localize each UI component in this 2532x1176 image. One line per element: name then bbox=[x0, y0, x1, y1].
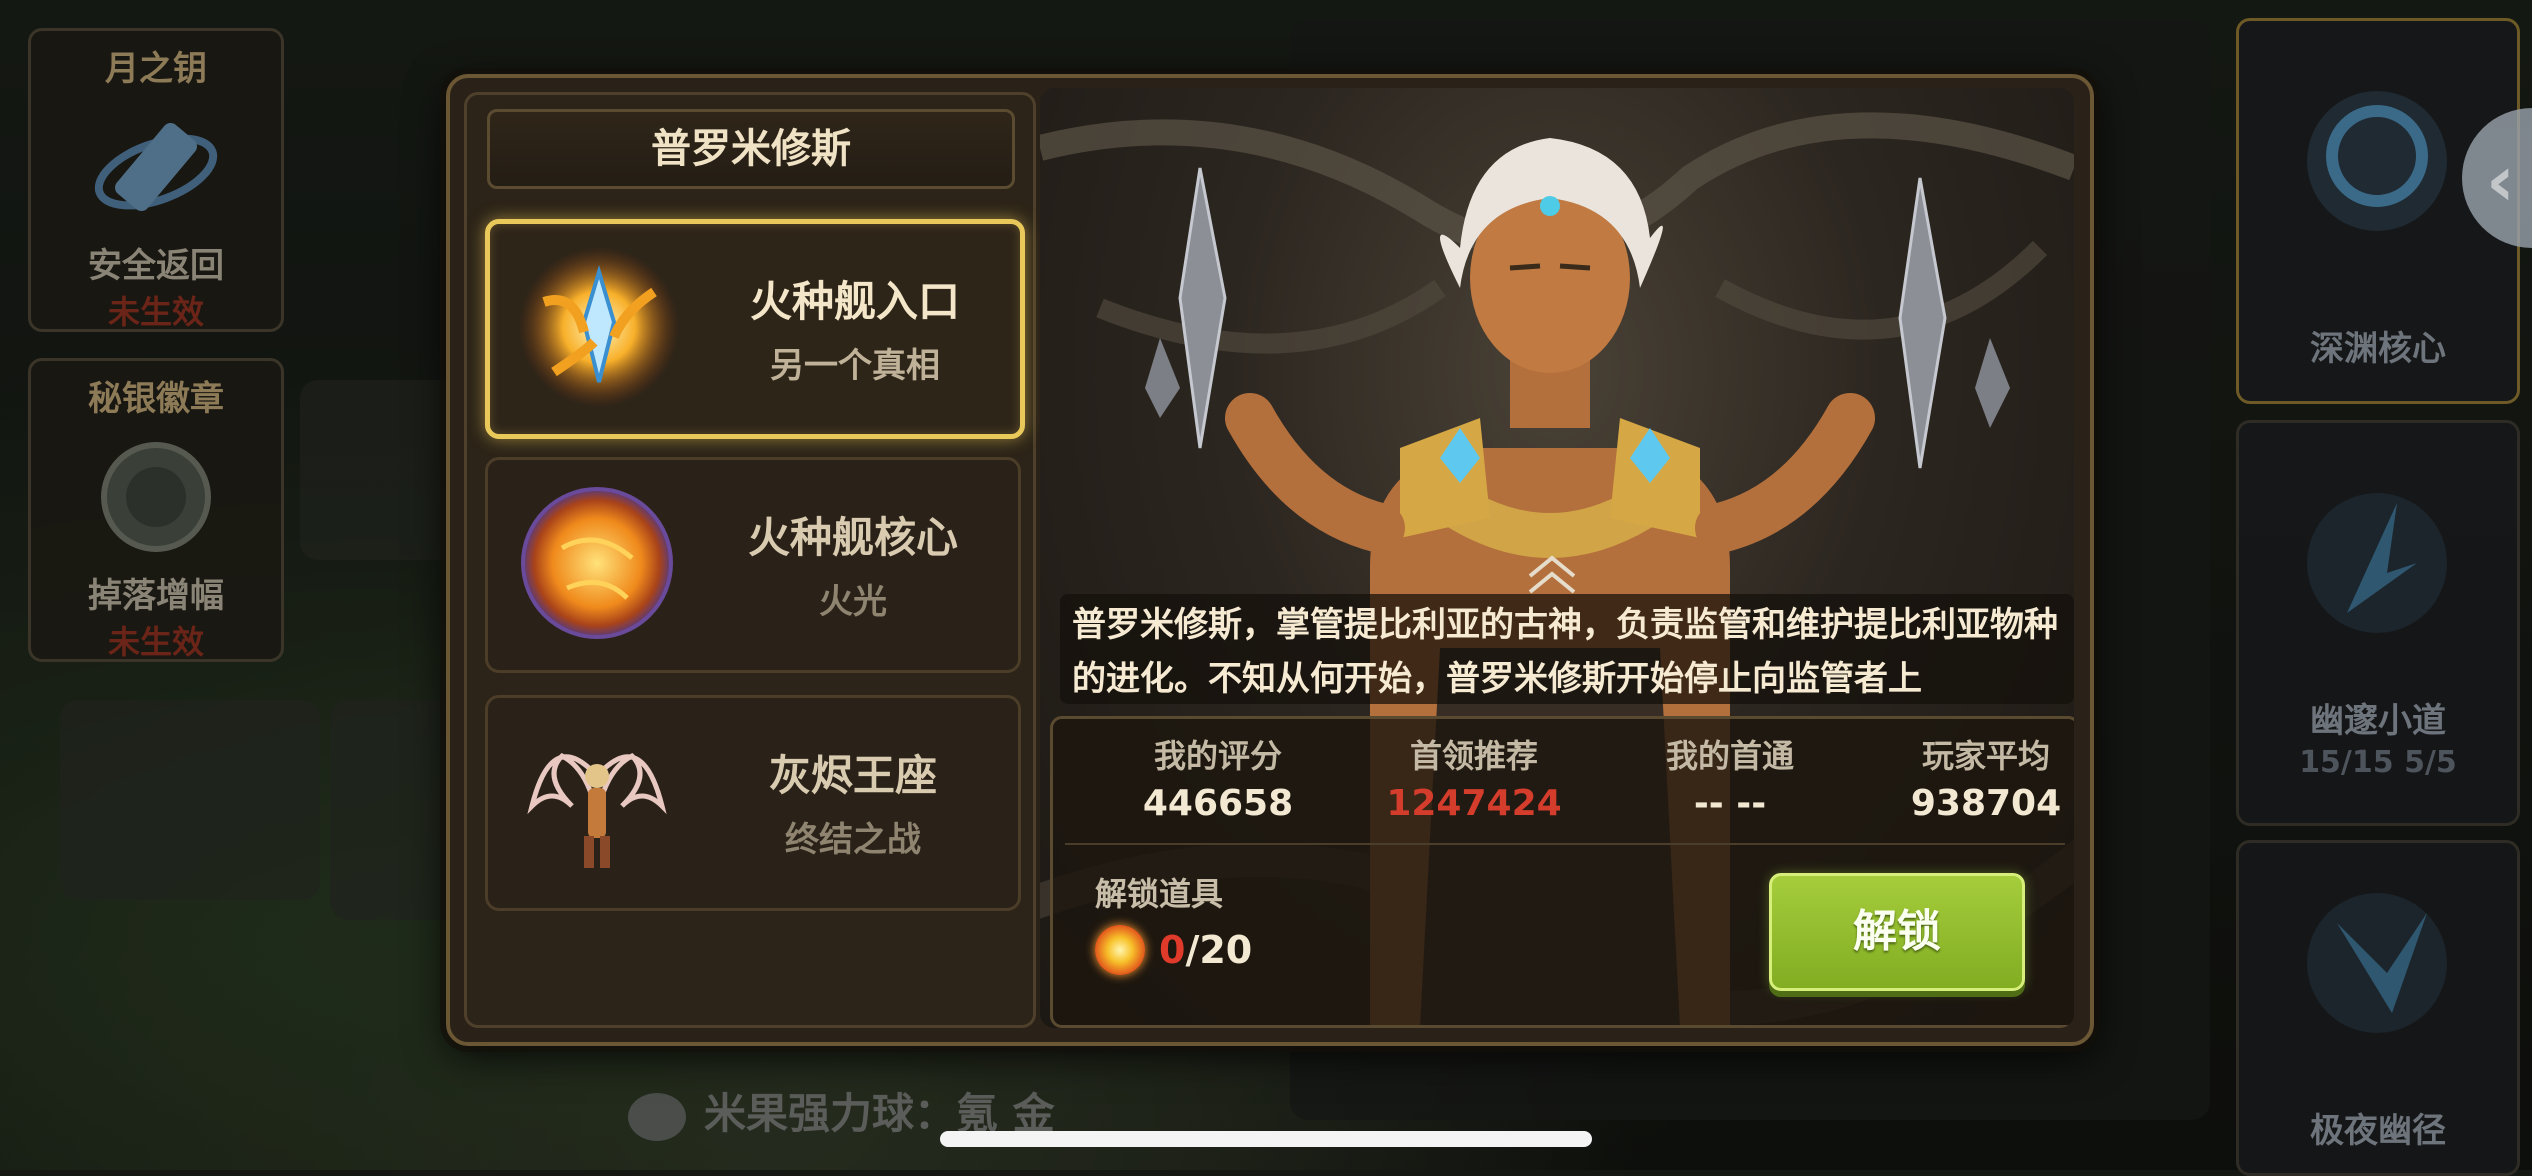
dungeon-name: 深渊核心 bbox=[2310, 329, 2446, 369]
stage-item-fire-ship-core[interactable]: 火种舰核心 火光 bbox=[485, 457, 1021, 673]
polar-night-icon bbox=[2307, 893, 2447, 1033]
stage-item-ash-throne[interactable]: 灰烬王座 终结之战 bbox=[485, 695, 1021, 911]
moon-key-icon bbox=[94, 122, 218, 212]
buff-card-moon-key[interactable]: 月之钥 安全返回 未生效 bbox=[28, 28, 284, 332]
stat-recommended: 首领推荐 1247424 bbox=[1349, 731, 1599, 824]
deep-path-icon bbox=[2307, 493, 2447, 633]
stage-name: 火种舰入口 bbox=[749, 277, 960, 326]
dungeon-name: 幽邃小道 bbox=[2310, 701, 2446, 741]
dungeon-name: 极夜幽径 bbox=[2310, 1111, 2446, 1151]
home-indicator[interactable] bbox=[940, 1131, 1592, 1147]
winged-boss-icon bbox=[527, 752, 667, 868]
stage-list-panel: 普罗米修斯 火种舰入口 另一个真相 火种舰核心 火光 灰烬王座 终结之战 bbox=[464, 92, 1036, 1028]
buff-title: 月之钥 bbox=[105, 49, 207, 89]
stat-label: 玩家平均 bbox=[1921, 737, 2050, 775]
boss-description[interactable]: 普罗米修斯，掌管提比利亚的古神，负责监管和维护提比利亚物种的进化。不知从何开始，… bbox=[1060, 594, 2074, 704]
buff-card-mithril-badge[interactable]: 秘银徽章 掉落增幅 未生效 bbox=[28, 358, 284, 662]
stage-name: 火种舰核心 bbox=[747, 513, 958, 562]
stat-value: 446658 bbox=[1142, 783, 1294, 824]
buff-label: 掉落增幅 bbox=[88, 576, 224, 616]
boss-stats: 我的评分 446658 首领推荐 1247424 我的首通 -- -- 玩家平均… bbox=[1050, 716, 2074, 1028]
buff-state: 未生效 bbox=[107, 623, 204, 661]
abyss-core-icon bbox=[2307, 91, 2447, 231]
stat-label: 首领推荐 bbox=[1409, 737, 1538, 775]
stat-player-average: 玩家平均 938704 bbox=[1861, 731, 2074, 824]
modal-title: 普罗米修斯 bbox=[487, 109, 1015, 189]
stat-label: 我的首通 bbox=[1665, 737, 1794, 775]
boss-art-panel: 普罗米修斯，掌管提比利亚的古神，负责监管和维护提比利亚物种的进化。不知从何开始，… bbox=[1040, 88, 2074, 1028]
stage-subtitle: 另一个真相 bbox=[770, 346, 940, 386]
unlock-need: /20 bbox=[1185, 928, 1253, 972]
unlock-have: 0 bbox=[1159, 928, 1186, 972]
stat-my-score: 我的评分 446658 bbox=[1093, 731, 1343, 824]
unlock-button[interactable]: 解锁 bbox=[1769, 873, 2025, 991]
chat-bubble-icon bbox=[628, 1092, 686, 1141]
stat-value: 1247424 bbox=[1386, 783, 1562, 824]
buff-label: 安全返回 bbox=[88, 246, 224, 286]
stage-subtitle: 终结之战 bbox=[785, 820, 921, 860]
stage-name: 灰烬王座 bbox=[768, 751, 937, 800]
fire-sphere-icon bbox=[521, 487, 673, 639]
mithril-badge-icon bbox=[101, 442, 211, 552]
stage-item-fire-ship-entrance[interactable]: 火种舰入口 另一个真相 bbox=[485, 219, 1025, 439]
stat-first-clear: 我的首通 -- -- bbox=[1605, 731, 1855, 824]
stat-value: -- -- bbox=[1693, 783, 1767, 824]
dungeon-card-deep-path[interactable]: 幽邃小道 15/15 5/5 bbox=[2236, 420, 2520, 826]
stat-label: 我的评分 bbox=[1153, 737, 1282, 775]
dungeon-card-polar-night[interactable]: 极夜幽径 bbox=[2236, 840, 2520, 1176]
buff-title: 秘银徽章 bbox=[88, 379, 224, 419]
buff-state: 未生效 bbox=[107, 293, 204, 331]
boss-modal: 普罗米修斯 火种舰入口 另一个真相 火种舰核心 火光 灰烬王座 终结之战 普罗米… bbox=[446, 74, 2094, 1046]
stat-value: 938704 bbox=[1910, 783, 2062, 824]
unlock-item-count[interactable]: 0/20 bbox=[1095, 925, 1252, 985]
unlock-item-label: 解锁道具 bbox=[1095, 875, 1224, 913]
dungeon-progress: 15/15 5/5 bbox=[2299, 745, 2457, 780]
fire-crystal-icon bbox=[519, 247, 679, 407]
stage-subtitle: 火光 bbox=[819, 582, 887, 622]
stats-divider bbox=[1065, 843, 2065, 845]
chevron-left-icon: ‹ bbox=[2486, 140, 2515, 222]
fire-gem-icon bbox=[1095, 925, 1145, 975]
